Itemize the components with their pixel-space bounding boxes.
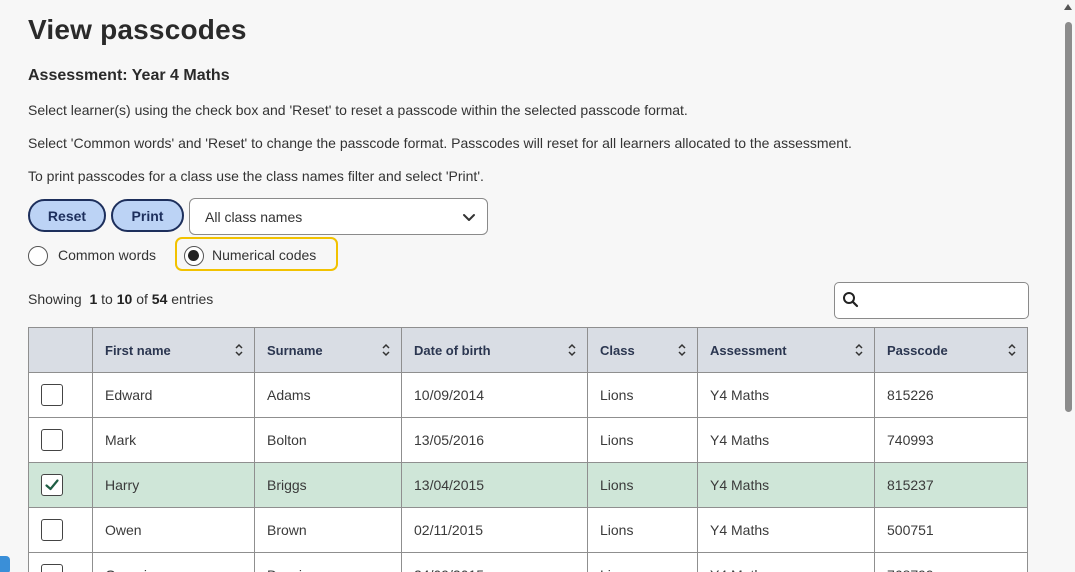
table-row: Edward Adams 10/09/2014 Lions Y4 Maths 8… [28, 372, 1028, 418]
surname-cell: Briggs [254, 462, 402, 508]
row-checkbox[interactable] [41, 519, 63, 541]
table-header-row: First name Surname Date of birth Class A… [28, 327, 1028, 373]
column-label: First name [105, 342, 171, 358]
radio-common-words[interactable] [28, 246, 48, 266]
first-name-cell: Harry [92, 462, 255, 508]
radio-numerical-codes[interactable] [184, 246, 204, 266]
sort-icon [1008, 343, 1016, 357]
search-icon [843, 292, 859, 308]
sort-icon [382, 343, 390, 357]
row-checkbox[interactable] [41, 564, 63, 572]
page-title: View passcodes [28, 14, 247, 45]
entries-suffix: entries [171, 291, 214, 307]
row-checkbox-checked[interactable] [41, 474, 63, 496]
instruction-print: To print passcodes for a class use the c… [28, 168, 484, 184]
table-row: Mark Bolton 13/05/2016 Lions Y4 Maths 74… [28, 417, 1028, 463]
surname-cell: Davvis [254, 552, 402, 572]
entries-prefix: Showing [28, 291, 82, 307]
sort-icon [678, 343, 686, 357]
radio-label-numerical-codes[interactable]: Numerical codes [212, 247, 316, 263]
scrollbar-thumb[interactable] [1065, 22, 1072, 412]
chevron-down-icon [463, 214, 475, 221]
surname-cell: Adams [254, 372, 402, 418]
column-label: Class [600, 342, 635, 358]
instruction-common-words: Select 'Common words' and 'Reset' to cha… [28, 135, 852, 151]
column-header-assessment[interactable]: Assessment [697, 327, 875, 373]
row-checkbox[interactable] [41, 429, 63, 451]
class-filter-value: All class names [205, 208, 303, 225]
entries-total: 54 [151, 291, 168, 307]
entries-info: Showing 1 to 10 of 54 entries [28, 291, 213, 307]
reset-button[interactable]: Reset [28, 199, 106, 232]
first-name-cell: Owen [92, 507, 255, 553]
passcode-cell: 815237 [874, 462, 1028, 508]
table-row: Georgia Davvis 24/09/2015 Lions Y4 Maths… [28, 552, 1028, 572]
column-label: Assessment [710, 342, 787, 358]
first-name-cell: Mark [92, 417, 255, 463]
corner-widget[interactable] [0, 556, 10, 572]
assessment-cell: Y4 Maths [697, 507, 875, 553]
column-header-passcode[interactable]: Passcode [874, 327, 1028, 373]
passcodes-page: View passcodes Assessment: Year 4 Maths … [0, 0, 1060, 572]
class-cell: Lions [587, 462, 698, 508]
class-cell: Lions [587, 507, 698, 553]
table-row-selected: Harry Briggs 13/04/2015 Lions Y4 Maths 8… [28, 462, 1028, 508]
entries-to: 10 [116, 291, 133, 307]
scroll-up-arrow-icon[interactable] [1064, 4, 1072, 10]
assessment-subtitle: Assessment: Year 4 Maths [28, 67, 230, 84]
first-name-cell: Edward [92, 372, 255, 418]
select-cell [28, 552, 93, 572]
sort-icon [568, 343, 576, 357]
column-header-class[interactable]: Class [587, 327, 698, 373]
column-label: Surname [267, 342, 323, 358]
select-cell [28, 372, 93, 418]
sort-icon [235, 343, 243, 357]
sort-icon [855, 343, 863, 357]
column-header-surname[interactable]: Surname [254, 327, 402, 373]
dob-cell: 10/09/2014 [401, 372, 588, 418]
instruction-reset: Select learner(s) using the check box an… [28, 102, 688, 118]
column-header-select [28, 327, 93, 373]
radio-selected-dot [188, 250, 199, 261]
entries-from: 1 [89, 291, 98, 307]
assessment-cell: Y4 Maths [697, 552, 875, 572]
column-label: Date of birth [414, 342, 491, 358]
row-checkbox[interactable] [41, 384, 63, 406]
dob-cell: 13/05/2016 [401, 417, 588, 463]
assessment-cell: Y4 Maths [697, 462, 875, 508]
dob-cell: 13/04/2015 [401, 462, 588, 508]
class-cell: Lions [587, 372, 698, 418]
column-label: Passcode [887, 342, 948, 358]
column-header-date-of-birth[interactable]: Date of birth [401, 327, 588, 373]
select-cell [28, 462, 93, 508]
class-cell: Lions [587, 417, 698, 463]
entries-of-word: of [136, 291, 148, 307]
vertical-scrollbar[interactable] [1060, 0, 1075, 572]
surname-cell: Bolton [254, 417, 402, 463]
class-cell: Lions [587, 552, 698, 572]
print-button[interactable]: Print [111, 199, 184, 232]
select-cell [28, 417, 93, 463]
column-header-first-name[interactable]: First name [92, 327, 255, 373]
passcodes-table: First name Surname Date of birth Class A… [28, 327, 1028, 572]
checkmark-icon [45, 479, 59, 491]
table-row: Owen Brown 02/11/2015 Lions Y4 Maths 500… [28, 507, 1028, 553]
search-input[interactable] [834, 282, 1029, 319]
radio-label-common-words[interactable]: Common words [58, 247, 156, 263]
assessment-cell: Y4 Maths [697, 372, 875, 418]
assessment-cell: Y4 Maths [697, 417, 875, 463]
entries-to-word: to [101, 291, 113, 307]
passcode-cell: 815226 [874, 372, 1028, 418]
passcode-cell: 500751 [874, 507, 1028, 553]
passcode-cell: 768799 [874, 552, 1028, 572]
class-names-filter[interactable]: All class names [189, 198, 488, 235]
dob-cell: 02/11/2015 [401, 507, 588, 553]
select-cell [28, 507, 93, 553]
dob-cell: 24/09/2015 [401, 552, 588, 572]
surname-cell: Brown [254, 507, 402, 553]
passcode-cell: 740993 [874, 417, 1028, 463]
first-name-cell: Georgia [92, 552, 255, 572]
